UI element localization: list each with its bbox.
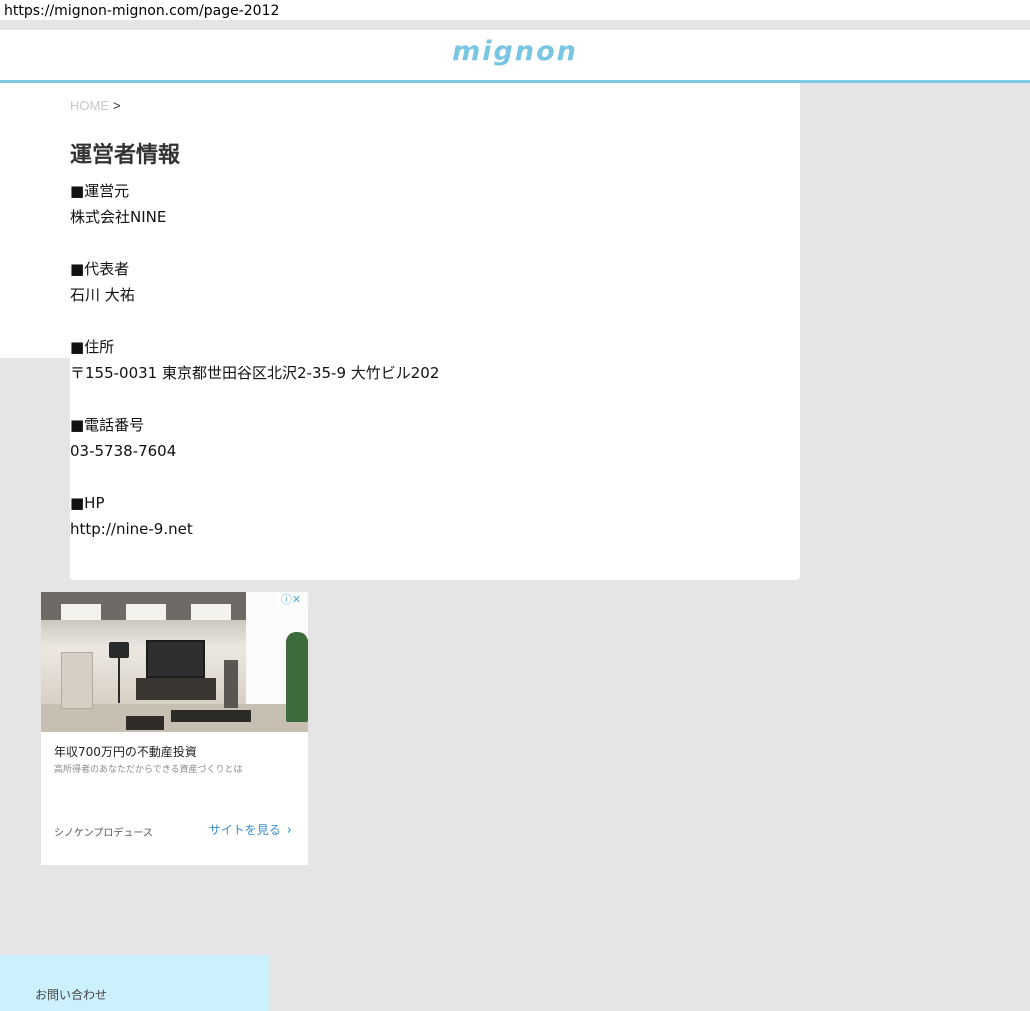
address-value: 〒155-0031 東京都世田谷区北沢2-35-9 大竹ビル202 [70, 364, 440, 382]
site-logo[interactable]: mignon [0, 36, 1030, 67]
address-label: ■住所 [70, 338, 115, 356]
ad-image-ottoman [126, 716, 164, 730]
phone-value: 03-5738-7604 [70, 442, 177, 460]
ad-image[interactable]: ⓘ✕ [41, 592, 308, 732]
ad-title[interactable]: 年収700万円の不動産投資 [54, 743, 197, 760]
operator-value: 株式会社NINE [70, 208, 167, 226]
footer-contact-box: お問い合わせ [0, 955, 269, 1011]
representative-block: ■代表者 石川 大祐 [70, 256, 439, 308]
ad-image-lamp-stem [118, 658, 120, 703]
ad-image-table [171, 710, 251, 722]
page-title: 運営者情報 [70, 143, 181, 168]
operator-block: ■運営元 株式会社NINE [70, 178, 439, 230]
breadcrumb: HOME > [70, 98, 121, 113]
representative-label: ■代表者 [70, 260, 130, 278]
address-bar[interactable]: https://mignon-mignon.com/page-2012 [0, 0, 1030, 20]
hp-label: ■HP [70, 494, 105, 512]
info-icon[interactable]: ⓘ [281, 593, 292, 606]
representative-value: 石川 大祐 [70, 286, 135, 304]
chevron-right-icon: › [286, 823, 292, 838]
operator-info: ■運営元 株式会社NINE ■代表者 石川 大祐 ■住所 〒155-0031 東… [70, 178, 439, 568]
address-block: ■住所 〒155-0031 東京都世田谷区北沢2-35-9 大竹ビル202 [70, 334, 439, 386]
left-panel [0, 83, 70, 358]
ad-cta-label: サイトを見る [208, 823, 281, 837]
ad-image-window [61, 604, 101, 620]
ad-banner[interactable]: ⓘ✕ 年収700万円の不動産投資 高所得者のあなただからできる資産づくりとは シ… [41, 592, 308, 865]
ad-image-window [126, 604, 166, 620]
operator-label: ■運営元 [70, 182, 130, 200]
main-content: HOME > 運営者情報 ■運営元 株式会社NINE ■代表者 石川 大祐 ■住所… [70, 83, 800, 580]
hp-block: ■HP http://nine-9.net [70, 490, 439, 542]
ad-image-lamp [109, 642, 129, 658]
phone-block: ■電話番号 03-5738-7604 [70, 412, 439, 464]
hp-value: http://nine-9.net [70, 520, 193, 538]
ad-image-shelf [61, 652, 93, 709]
ad-cta-button[interactable]: サイトを見る › [209, 821, 292, 838]
ad-image-plant [286, 632, 308, 722]
close-icon[interactable]: ✕ [292, 593, 301, 606]
phone-label: ■電話番号 [70, 416, 145, 434]
ad-image-window [191, 604, 231, 620]
ad-image-speaker [224, 660, 238, 708]
breadcrumb-home-link[interactable]: HOME [70, 98, 109, 113]
ad-image-tv [146, 640, 205, 678]
site-header: mignon [0, 30, 1030, 83]
ad-image-cabinet [136, 678, 216, 700]
contact-link[interactable]: お問い合わせ [35, 986, 107, 1003]
ad-description[interactable]: 高所得者のあなただからできる資産づくりとは [54, 762, 243, 775]
ad-advertiser[interactable]: シノケンプロデュース [54, 824, 153, 839]
breadcrumb-separator: > [113, 98, 121, 113]
ad-choices[interactable]: ⓘ✕ [277, 593, 305, 607]
